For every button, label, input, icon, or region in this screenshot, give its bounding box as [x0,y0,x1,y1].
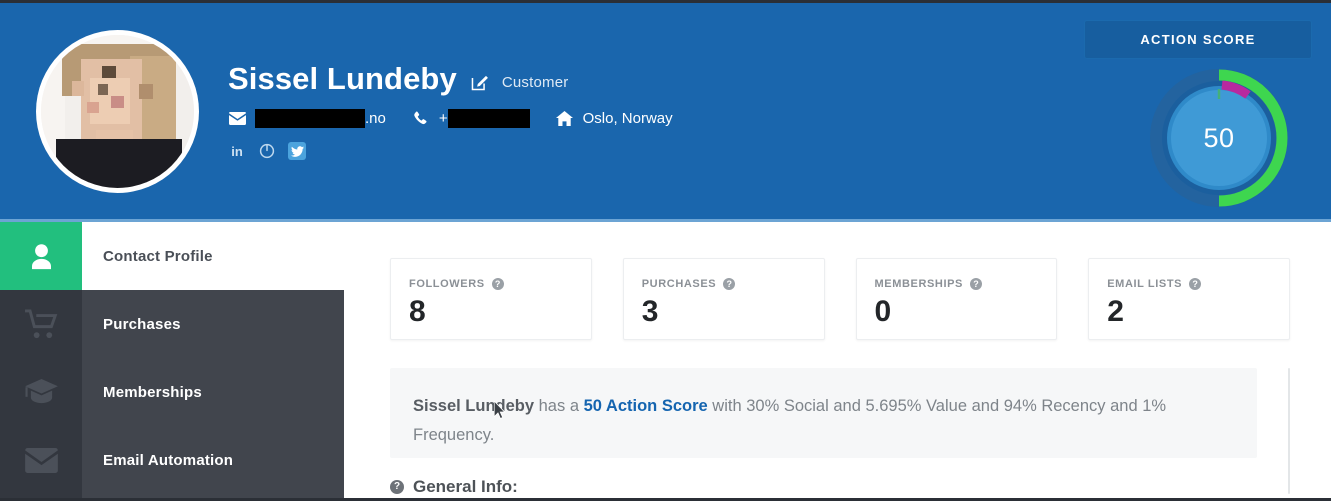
sidebar-icon-rail [0,222,82,498]
avatar-photo [41,35,194,188]
profile-header: Sissel Lundeby Customer .no + Oslo, Norw… [0,3,1331,222]
summary-has-a: has a [534,397,584,415]
sidebar-item-contact-profile[interactable]: Contact Profile [82,222,344,290]
location-map[interactable]: Oslo Skedsmokorset Lillestrøm Nordre Øye… [1288,368,1290,494]
stat-label: EMAIL LISTS [1107,278,1183,290]
stat-card-email-lists[interactable]: EMAIL LISTS ? 2 [1088,258,1290,340]
lower-row: Sissel Lundeby has a 50 Action Score wit… [390,368,1290,497]
identity-block: Sissel Lundeby Customer .no + Oslo, Norw… [228,61,673,160]
summary-column: Sissel Lundeby has a 50 Action Score wit… [390,368,1257,497]
gauge-value: 50 [1203,122,1235,153]
contact-profile-page: Sissel Lundeby Customer .no + Oslo, Norw… [0,0,1331,501]
phone-icon [412,111,430,127]
summary-name: Sissel Lundeby [413,397,535,415]
sidebar-item-label: Email Automation [103,451,234,469]
linkedin-icon[interactable]: in [228,142,246,160]
body-wrapper: Contact Profile Purchases Memberships Em… [0,222,1331,498]
phone-redaction [447,109,530,128]
summary-social: 30% Social [746,397,829,415]
summary-and-1: and [828,397,866,415]
help-icon[interactable]: ? [1189,278,1202,290]
sidebar-icon-purchases[interactable] [0,290,82,358]
stat-card-memberships[interactable]: MEMBERSHIPS ? 0 [855,258,1058,340]
sidebar-icon-contact-profile[interactable] [0,222,82,290]
sidebar-icon-email-automation[interactable] [0,426,82,494]
help-icon[interactable]: ? [390,480,404,494]
stat-value: 0 [874,295,892,328]
location-item[interactable]: Oslo, Norway [556,110,673,127]
summary-with: with [707,397,747,415]
contact-meta-row: .no + Oslo, Norway [228,109,673,128]
sidebar-item-memberships[interactable]: Memberships [82,358,344,426]
help-icon[interactable]: ? [970,278,982,290]
klout-power-icon[interactable] [258,142,276,160]
name-row: Sissel Lundeby Customer [228,61,673,97]
stat-value: 8 [409,295,426,328]
page-title: Sissel Lundeby [228,61,457,96]
action-score-summary-panel: Sissel Lundeby has a 50 Action Score wit… [390,368,1257,458]
help-icon[interactable]: ? [491,278,504,290]
stat-label: FOLLOWERS [409,278,485,290]
stat-card-followers[interactable]: FOLLOWERS ? 8 [390,258,592,340]
stat-label: PURCHASES [641,278,717,290]
home-icon [556,111,574,127]
action-score-summary-text: Sissel Lundeby has a 50 Action Score wit… [413,392,1231,450]
envelope-icon [228,111,246,127]
main-content: FOLLOWERS ? 8 PURCHASES ? 3 MEMBERSHIPS [344,222,1331,498]
stat-label: MEMBERSHIPS [874,278,963,290]
stat-value: 2 [1107,295,1124,328]
map-graphics [1289,369,1290,494]
phone-item[interactable]: + [412,109,530,128]
avatar[interactable] [36,30,199,193]
help-icon[interactable]: ? [723,278,736,290]
edit-square-icon[interactable] [470,73,489,92]
social-links-row: in [228,142,673,160]
general-info-heading: ? General Info: [390,477,1257,497]
stat-cards-row: FOLLOWERS ? 8 PURCHASES ? 3 MEMBERSHIPS [390,258,1290,340]
twitter-icon[interactable] [288,142,306,160]
sidebar-item-label: Purchases [103,315,181,333]
sidebar-item-label: Memberships [103,383,202,401]
summary-recency: 94% Recency [1003,397,1106,415]
action-score-button[interactable]: ACTION SCORE [1084,20,1312,59]
email-item[interactable]: .no [228,109,386,128]
action-score-gauge: 50 [1108,63,1330,219]
general-info-label: General Info: [413,477,518,496]
email-redaction [255,109,365,128]
summary-value: 5.695% Value [865,397,968,415]
summary-score: 50 Action Score [583,397,708,415]
email-suffix: .no [365,110,386,127]
sidebar-item-email-automation[interactable]: Email Automation [82,426,344,494]
sidebar-item-label: Contact Profile [103,247,213,265]
sidebar-icon-memberships[interactable] [0,358,82,426]
summary-and-3: and [1105,397,1143,415]
summary-and-2: and [967,397,1004,415]
contact-type-label: Customer [501,74,569,91]
stat-value: 3 [641,295,659,328]
location-label: Oslo, Norway [582,110,673,127]
sidebar-nav: Contact Profile Purchases Memberships Em… [82,222,344,498]
stat-card-purchases[interactable]: PURCHASES ? 3 [622,258,825,340]
phone-prefix: + [438,110,448,127]
sidebar-item-purchases[interactable]: Purchases [82,290,344,358]
